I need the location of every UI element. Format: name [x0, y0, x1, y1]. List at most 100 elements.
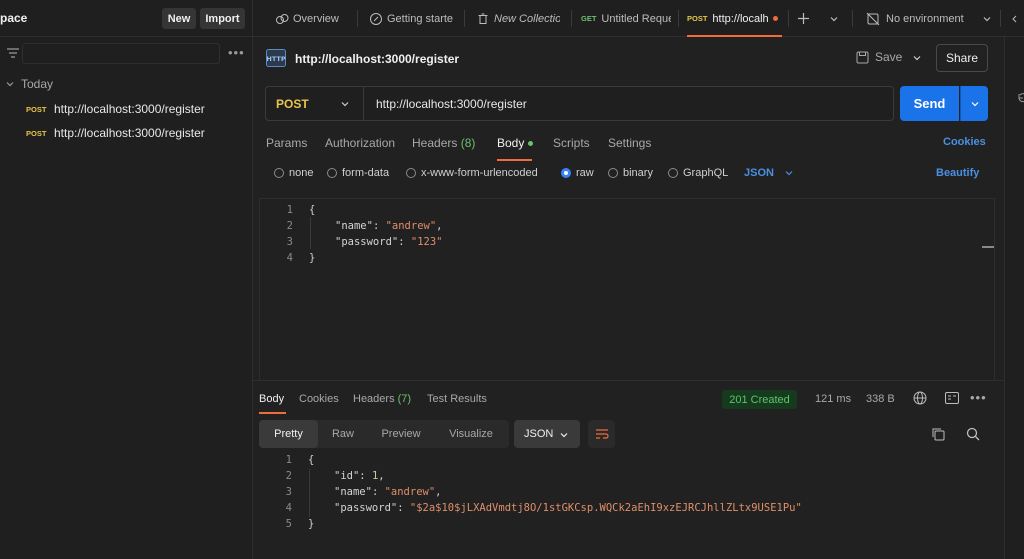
tab-list-button[interactable]: [829, 0, 843, 37]
punct: ,: [436, 220, 443, 232]
json-key: "password": [335, 236, 399, 248]
new-tab-button[interactable]: [797, 0, 815, 37]
json-key: "name": [334, 486, 372, 498]
radio-icon: [327, 168, 337, 178]
environment-selector[interactable]: No environment: [866, 0, 1006, 37]
status-badge[interactable]: 201 Created: [722, 390, 797, 409]
body-format-select[interactable]: JSON: [744, 167, 794, 179]
line-number: 3: [286, 236, 293, 248]
trash-icon: [478, 13, 488, 24]
response-time[interactable]: 121 ms: [815, 393, 851, 405]
response-format-group: Pretty Raw Preview Visualize: [259, 420, 509, 448]
tab-label: Getting started: [387, 12, 453, 25]
json-key: "id": [334, 470, 360, 482]
beautify-button[interactable]: Beautify: [936, 167, 979, 179]
tab-params[interactable]: Params: [266, 136, 307, 150]
search-icon[interactable]: [966, 427, 980, 441]
response-size[interactable]: 338 B: [866, 393, 895, 405]
history-group-today[interactable]: Today: [0, 76, 53, 92]
tab-divider: [357, 10, 358, 27]
response-type-value: JSON: [524, 428, 554, 440]
response-tab-cookies[interactable]: Cookies: [299, 393, 339, 405]
sidebar-more-icon[interactable]: •••: [228, 45, 245, 60]
cookies-link[interactable]: Cookies: [943, 136, 986, 148]
option-label: binary: [623, 167, 653, 179]
body-option-raw[interactable]: raw: [561, 167, 594, 179]
format-pretty-button[interactable]: Pretty: [259, 420, 318, 448]
tab-label: Headers: [353, 393, 395, 405]
headers-count: (8): [460, 136, 476, 150]
request-title[interactable]: http://localhost:3000/register: [295, 52, 459, 66]
share-button[interactable]: Share: [936, 44, 988, 72]
new-button[interactable]: New: [162, 8, 196, 29]
punct: ,: [435, 486, 442, 498]
response-tab-headers[interactable]: Headers (7): [353, 393, 411, 405]
save-button[interactable]: Save: [856, 50, 902, 64]
body-option-none[interactable]: none: [274, 167, 313, 179]
wrap-lines-button[interactable]: [588, 420, 615, 448]
send-button[interactable]: Send: [900, 86, 959, 121]
tab-overview[interactable]: Overview: [275, 0, 365, 37]
history-item[interactable]: POST http://localhost:3000/register: [26, 101, 205, 117]
tab-divider: [1000, 10, 1001, 27]
tab-label: Overview: [293, 12, 339, 25]
body-option-graphql[interactable]: GraphQL: [668, 167, 728, 179]
copy-icon[interactable]: [931, 427, 945, 441]
code-text: }: [308, 518, 315, 530]
globe-icon[interactable]: [913, 391, 927, 405]
response-tab-body[interactable]: Body: [259, 393, 284, 405]
code-line: 3 "password": "123": [260, 234, 443, 250]
method-badge: POST: [687, 14, 708, 23]
save-response-icon[interactable]: [945, 392, 959, 404]
chevron-down-icon[interactable]: [912, 53, 922, 63]
tab-settings[interactable]: Settings: [608, 136, 651, 150]
tab-scripts[interactable]: Scripts: [553, 136, 590, 150]
method-badge: POST: [26, 128, 47, 138]
tab-new-collection[interactable]: New Collection: [476, 0, 560, 37]
body-option-urlencoded[interactable]: x-www-form-urlencoded: [406, 167, 538, 179]
pane-divider[interactable]: [253, 380, 1004, 381]
filter-icon[interactable]: [6, 47, 20, 59]
request-body-editor[interactable]: 1 { 2 "name": "andrew", 3 "password": "1…: [259, 198, 995, 380]
body-option-form-data[interactable]: form-data: [327, 167, 389, 179]
history-item-url: http://localhost:3000/register: [54, 102, 205, 116]
getting-started-icon: [370, 12, 382, 25]
editor-scrollbar[interactable]: [982, 246, 994, 248]
code-line: 2 "name": "andrew",: [260, 218, 443, 234]
method-select[interactable]: POST: [266, 87, 364, 120]
send-options-button[interactable]: [960, 86, 988, 121]
code-text: {: [308, 454, 315, 466]
option-label: form-data: [342, 167, 390, 179]
radio-icon: [668, 168, 678, 178]
tab-label: http://localhost:3000/register: [712, 12, 769, 25]
code-line: 5 }: [259, 516, 315, 532]
code-panel-button[interactable]: [1012, 0, 1024, 37]
tab-headers[interactable]: Headers (8): [412, 136, 475, 150]
tab-authorization[interactable]: Authorization: [325, 136, 395, 150]
json-value: "123": [410, 236, 443, 248]
response-type-select[interactable]: JSON: [514, 420, 580, 448]
response-body-viewer[interactable]: 1 { 2 "id": 1, 3 "name": "andrew", 4 "pa…: [259, 452, 1004, 559]
chevron-down-icon: [785, 171, 793, 176]
tab-untitled-request[interactable]: GET Untitled Request: [581, 0, 671, 37]
format-preview-button[interactable]: Preview: [371, 420, 431, 448]
history-side-icon[interactable]: [1017, 92, 1024, 104]
response-more-icon[interactable]: •••: [970, 390, 987, 405]
radio-icon: [406, 168, 416, 178]
import-button[interactable]: Import: [200, 8, 245, 29]
tab-getting-started[interactable]: Getting started: [369, 0, 453, 37]
code-line: 4 }: [260, 250, 316, 266]
url-input[interactable]: http://localhost:3000/register: [376, 97, 527, 111]
history-item[interactable]: POST http://localhost:3000/register: [26, 125, 205, 141]
tab-active-request[interactable]: POST http://localhost:3000/register: [687, 0, 782, 37]
tab-body[interactable]: Body: [497, 136, 534, 150]
tab-divider: [788, 10, 789, 27]
tab-label: New Collection: [494, 12, 560, 25]
body-option-binary[interactable]: binary: [608, 167, 653, 179]
format-raw-button[interactable]: Raw: [325, 420, 361, 448]
overview-icon: [276, 13, 289, 24]
response-tab-test-results[interactable]: Test Results: [427, 393, 487, 405]
sidebar-search-input[interactable]: [22, 43, 220, 64]
tab-label: Headers: [412, 136, 458, 150]
format-visualize-button[interactable]: Visualize: [443, 420, 499, 448]
